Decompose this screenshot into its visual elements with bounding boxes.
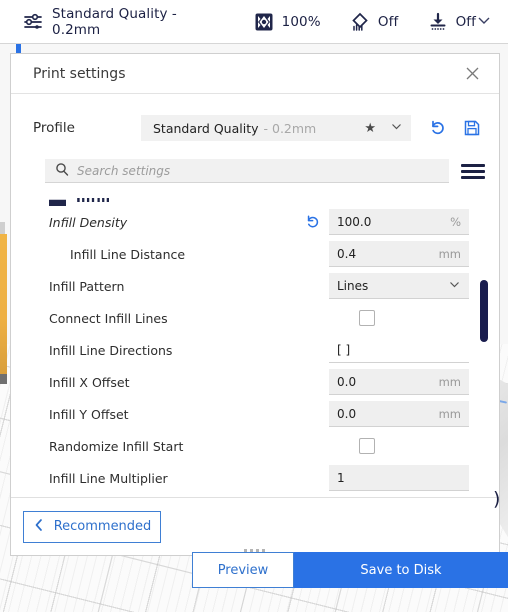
toolbar-support-value: Off bbox=[377, 13, 399, 30]
close-icon[interactable] bbox=[461, 63, 483, 85]
setting-value: 1 bbox=[337, 470, 345, 485]
infill-category-icon bbox=[49, 199, 66, 206]
chevron-down-icon[interactable] bbox=[390, 120, 403, 136]
setting-value: Lines bbox=[337, 278, 369, 293]
chevron-down-icon[interactable] bbox=[476, 12, 492, 32]
setting-label: Infill Density bbox=[49, 214, 128, 230]
toolbar-adhesion-value: Off bbox=[455, 13, 476, 30]
build-plate-adhesion-icon bbox=[428, 12, 448, 32]
setting-row: Randomize Infill Start bbox=[11, 430, 499, 462]
settings-list: Infill Infill Density 100.0 % Infill Lin… bbox=[11, 188, 499, 494]
settings-category-infill[interactable]: Infill bbox=[11, 188, 499, 206]
setting-value: [ ] bbox=[337, 342, 351, 357]
setting-value: 0.4 bbox=[337, 246, 357, 261]
model-object-left[interactable] bbox=[0, 234, 7, 374]
setting-label: Infill X Offset bbox=[49, 374, 130, 390]
setting-label: Randomize Infill Start bbox=[49, 438, 184, 454]
setting-label: Infill Line Distance bbox=[70, 246, 186, 262]
setting-label: Infill Pattern bbox=[49, 278, 125, 294]
profile-label: Profile bbox=[33, 120, 75, 136]
panel-footer: Recommended bbox=[11, 497, 499, 555]
setting-row: Infill Y Offset 0.0 mm bbox=[11, 398, 499, 430]
setting-dropdown[interactable]: Lines bbox=[329, 273, 469, 299]
search-icon bbox=[55, 161, 69, 180]
model-object-left-base bbox=[0, 374, 7, 384]
setting-unit: % bbox=[450, 214, 461, 229]
setting-checkbox[interactable] bbox=[359, 310, 375, 326]
setting-value-input[interactable]: 1 bbox=[329, 465, 469, 491]
settings-scrollbar-thumb[interactable] bbox=[480, 280, 488, 342]
bottom-action-bar: Preview Save to Disk bbox=[192, 552, 508, 588]
setting-unit: mm bbox=[438, 246, 461, 261]
search-row: Search settings bbox=[11, 154, 499, 188]
profile-select[interactable]: Standard Quality - 0.2mm ★ bbox=[141, 115, 411, 141]
setting-label: Infill Y Offset bbox=[49, 406, 129, 422]
profile-name: Standard Quality bbox=[153, 120, 259, 136]
panel-title: Print settings bbox=[33, 65, 126, 82]
top-toolbar: Standard Quality - 0.2mm 100% Off Off bbox=[0, 0, 508, 44]
setting-row: Infill Density 100.0 % bbox=[11, 206, 499, 238]
setting-value-input[interactable]: 0.0 mm bbox=[329, 369, 469, 395]
setting-row: Infill Line Distance 0.4 mm bbox=[11, 238, 499, 270]
panel-header: Print settings bbox=[11, 54, 499, 94]
setting-unit: mm bbox=[438, 374, 461, 389]
search-input[interactable]: Search settings bbox=[45, 159, 449, 183]
toolbar-profile-group[interactable]: Standard Quality - 0.2mm bbox=[22, 6, 224, 38]
profile-row: Profile Standard Quality - 0.2mm ★ bbox=[11, 106, 499, 150]
star-icon[interactable]: ★ bbox=[364, 121, 376, 136]
model-sliver-left bbox=[0, 222, 5, 234]
revert-icon[interactable] bbox=[425, 115, 451, 141]
preview-button[interactable]: Preview bbox=[192, 552, 294, 588]
save-floppy-icon[interactable] bbox=[459, 115, 485, 141]
setting-value-input[interactable]: [ ] bbox=[329, 337, 469, 363]
setting-label: Infill Line Directions bbox=[49, 342, 173, 358]
toolbar-adhesion-group[interactable]: Off bbox=[428, 12, 476, 32]
setting-label: Infill Line Multiplier bbox=[49, 470, 168, 486]
setting-value: 0.0 bbox=[337, 374, 357, 389]
chevron-down-icon bbox=[448, 278, 461, 294]
revert-setting-icon[interactable] bbox=[303, 214, 323, 230]
setting-value-input[interactable]: 0.4 mm bbox=[329, 241, 469, 267]
setting-row: Infill Line Directions [ ] bbox=[11, 334, 499, 366]
setting-checkbox[interactable] bbox=[359, 438, 375, 454]
search-placeholder: Search settings bbox=[77, 163, 171, 178]
setting-unit: mm bbox=[438, 406, 461, 421]
save-to-disk-button[interactable]: Save to Disk bbox=[294, 552, 508, 588]
toolbar-infill-group[interactable]: 100% bbox=[254, 12, 321, 32]
infill-density-icon bbox=[254, 12, 274, 32]
setting-row: Infill X Offset 0.0 mm bbox=[11, 366, 499, 398]
setting-row: Infill Line Multiplier 1 bbox=[11, 462, 499, 494]
sliders-icon bbox=[22, 12, 44, 32]
setting-label: Connect Infill Lines bbox=[49, 310, 168, 326]
toolbar-support-group[interactable]: Off bbox=[350, 12, 398, 32]
viewport-overlay-glyph: ) bbox=[493, 488, 501, 510]
setting-row: Infill Pattern Lines bbox=[11, 270, 499, 302]
settings-category-label: Infill bbox=[76, 198, 111, 206]
app-root: Standard Quality - 0.2mm 100% Off Off Pr… bbox=[0, 0, 508, 612]
settings-list-wrapper: Infill Infill Density 100.0 % Infill Lin… bbox=[11, 188, 499, 497]
print-settings-panel: Print settings Profile Standard Quality … bbox=[10, 53, 500, 556]
profile-sub: - 0.2mm bbox=[263, 120, 317, 136]
setting-value-input[interactable]: 100.0 % bbox=[329, 209, 469, 235]
settings-scrollbar-track[interactable] bbox=[480, 188, 488, 497]
hamburger-menu-icon[interactable] bbox=[461, 163, 485, 179]
support-blocker-icon bbox=[350, 12, 370, 32]
toolbar-infill-value: 100% bbox=[281, 13, 321, 30]
setting-row: Connect Infill Lines bbox=[11, 302, 499, 334]
setting-value: 100.0 bbox=[337, 214, 372, 229]
recommended-button[interactable]: Recommended bbox=[23, 510, 161, 543]
toolbar-profile-label: Standard Quality - 0.2mm bbox=[52, 5, 177, 38]
setting-value: 0.0 bbox=[337, 406, 357, 421]
recommended-label: Recommended bbox=[53, 519, 152, 534]
chevron-left-icon bbox=[33, 518, 45, 536]
setting-value-input[interactable]: 0.0 mm bbox=[329, 401, 469, 427]
